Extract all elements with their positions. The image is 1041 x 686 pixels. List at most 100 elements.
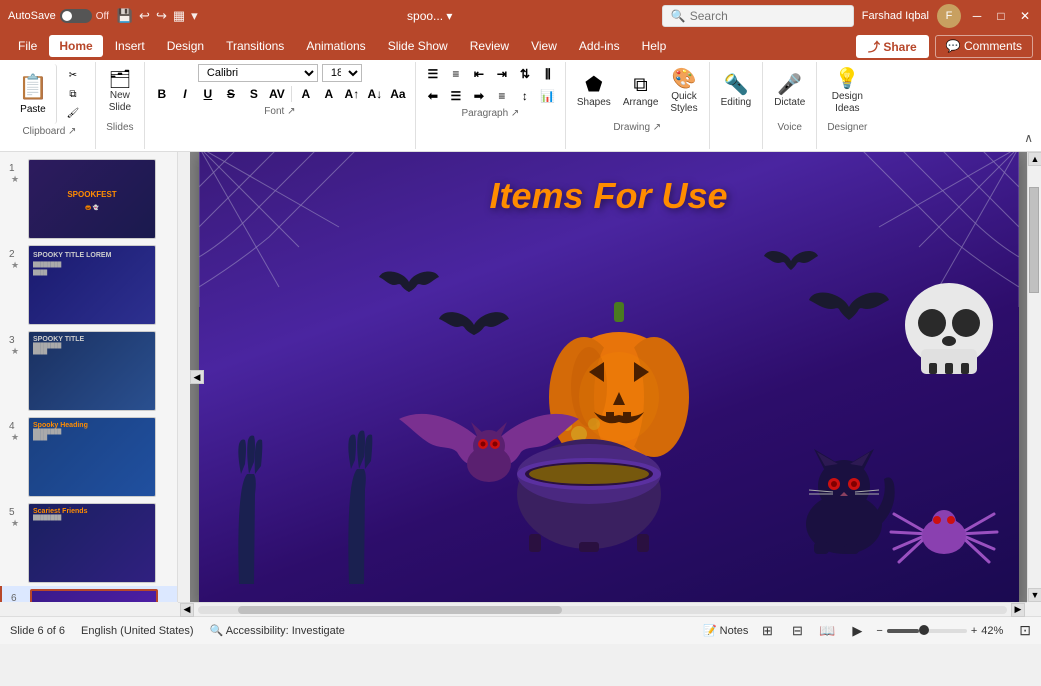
strikethrough-button[interactable]: S	[220, 84, 242, 104]
menu-transitions[interactable]: Transitions	[216, 35, 294, 57]
font-size-select[interactable]: 18	[322, 64, 362, 82]
h-scroll-thumb[interactable]	[238, 606, 562, 614]
shapes-label: Shapes	[577, 97, 611, 109]
text-direction-button[interactable]: ⇅	[514, 64, 536, 84]
char-spacing-button[interactable]: AV	[266, 84, 288, 104]
scroll-up-btn[interactable]: ▲	[1028, 152, 1041, 166]
zoom-thumb[interactable]	[919, 625, 929, 635]
shapes-button[interactable]: ⬟ Shapes	[572, 64, 616, 120]
menu-insert[interactable]: Insert	[105, 35, 155, 57]
slide-thumb-6[interactable]: 6 ★ Items For Use 🎃 🕷 💀	[0, 586, 177, 602]
ribbon-collapse-button[interactable]: ∧	[1020, 127, 1037, 149]
zoom-fill	[887, 629, 919, 633]
justify-button[interactable]: ≡	[491, 86, 513, 106]
menu-help[interactable]: Help	[632, 35, 677, 57]
slide-thumbnail-1: SPOOKFEST 🎃 👻	[28, 159, 156, 239]
canvas-left-scroll[interactable]: ◀	[190, 370, 204, 384]
restore-btn[interactable]: □	[993, 8, 1009, 24]
autosave-label: AutoSave	[8, 10, 56, 22]
zoom-in-btn[interactable]: +	[971, 625, 977, 637]
menu-addins[interactable]: Add-ins	[569, 35, 630, 57]
bat-2	[439, 307, 509, 350]
smart-art-button[interactable]: 📊	[537, 86, 559, 106]
new-slide-label: NewSlide	[109, 90, 131, 114]
dropdown-icon[interactable]: ▾	[191, 8, 198, 24]
notes-button[interactable]: 📝 Notes	[703, 624, 748, 637]
scroll-down-btn[interactable]: ▼	[1028, 588, 1041, 602]
font-family-select[interactable]: Calibri	[198, 64, 318, 82]
autosave-toggle[interactable]	[60, 9, 92, 23]
zoom-slider[interactable]	[887, 629, 967, 633]
scroll-left-btn[interactable]: ◀	[180, 603, 194, 617]
clear-formatting-button[interactable]: Aa	[387, 84, 409, 104]
numbering-button[interactable]: ≡	[445, 64, 467, 84]
new-slide-button[interactable]: 🗂 NewSlide	[102, 64, 138, 120]
slide-thumb-3[interactable]: 3 ★ SPOOKY TITLE ████████████	[0, 328, 177, 414]
comments-button[interactable]: 💬 Comments	[935, 35, 1033, 58]
search-bar[interactable]: 🔍	[662, 5, 854, 27]
decrease-font-button[interactable]: A↓	[364, 84, 386, 104]
menu-slideshow[interactable]: Slide Show	[378, 35, 458, 57]
text-highlight-button[interactable]: A	[318, 84, 340, 104]
present-icon[interactable]: ▦	[173, 8, 185, 24]
slide-canvas[interactable]: Items For Use	[199, 152, 1019, 602]
bold-button[interactable]: B	[151, 84, 173, 104]
save-icon[interactable]: 💾	[117, 8, 133, 24]
dictate-button[interactable]: 🎤 Dictate	[769, 64, 810, 120]
underline-button[interactable]: U	[197, 84, 219, 104]
bullets-button[interactable]: ☰	[422, 64, 444, 84]
decrease-indent-button[interactable]: ⇤	[468, 64, 490, 84]
align-center-button[interactable]: ☰	[445, 86, 467, 106]
increase-font-button[interactable]: A↑	[341, 84, 363, 104]
slide-thumb-5[interactable]: 5 ★ Scariest Friends ████████	[0, 500, 177, 586]
align-right-button[interactable]: ➡	[468, 86, 490, 106]
increase-indent-button[interactable]: ⇥	[491, 64, 513, 84]
cut-button[interactable]: ✂	[59, 66, 87, 84]
slide-thumb-4[interactable]: 4 ★ Spooky Heading ████████████	[0, 414, 177, 500]
menu-review[interactable]: Review	[460, 35, 519, 57]
minimize-btn[interactable]: ─	[969, 8, 985, 24]
scroll-right-btn[interactable]: ▶	[1011, 603, 1025, 617]
accessibility-btn[interactable]: 🔍 Accessibility: Investigate	[210, 624, 345, 637]
bat-3	[764, 247, 819, 282]
align-left-button[interactable]: ⬅	[422, 86, 444, 106]
slide-thumb-1[interactable]: 1 ★ SPOOKFEST 🎃 👻	[0, 156, 177, 242]
line-spacing-button[interactable]: ↕	[514, 86, 536, 106]
redo-icon[interactable]: ↪	[156, 8, 167, 24]
slide-show-btn[interactable]: ▶	[846, 620, 868, 642]
menu-home[interactable]: Home	[49, 35, 102, 57]
bat-1	[379, 267, 439, 305]
slide-num-1: 1	[9, 159, 21, 174]
design-ideas-button[interactable]: 💡 DesignIdeas	[827, 64, 868, 120]
menu-design[interactable]: Design	[157, 35, 214, 57]
font-color-button[interactable]: A	[295, 84, 317, 104]
undo-icon[interactable]: ↩	[139, 8, 150, 24]
zoom-out-btn[interactable]: −	[876, 625, 882, 637]
v-scroll-thumb[interactable]	[1029, 187, 1039, 293]
share-button[interactable]: ⤴ Share	[856, 35, 929, 58]
copy-button[interactable]: ⧉	[59, 85, 87, 103]
slide-sorter-btn[interactable]: ⊟	[786, 620, 808, 642]
slide-thumb-2[interactable]: 2 ★ SPOOKY TITLE LOREM ████████████	[0, 242, 177, 328]
menu-file[interactable]: File	[8, 35, 47, 57]
fit-page-btn[interactable]: ⊡	[1019, 622, 1031, 639]
normal-view-btn[interactable]: ⊞	[756, 620, 778, 642]
shadow-button[interactable]: S	[243, 84, 265, 104]
clipboard-label: Clipboard ↗	[18, 126, 80, 137]
editing-button[interactable]: 🔦 Editing	[716, 64, 757, 120]
paste-button[interactable]: 📋 Paste	[10, 64, 57, 124]
menu-animations[interactable]: Animations	[296, 35, 375, 57]
italic-button[interactable]: I	[174, 84, 196, 104]
quick-styles-button[interactable]: 🎨 QuickStyles	[665, 64, 702, 120]
search-input[interactable]	[690, 9, 845, 23]
canvas-area[interactable]: Items For Use	[190, 152, 1027, 602]
title-bar: AutoSave Off 💾 ↩ ↪ ▦ ▾ spoo... ▾ 🔍 Farsh…	[0, 0, 1041, 32]
menu-view[interactable]: View	[521, 35, 567, 57]
close-btn[interactable]: ✕	[1017, 8, 1033, 24]
format-painter-button[interactable]: 🖌	[59, 104, 87, 122]
reading-view-btn[interactable]: 📖	[816, 620, 838, 642]
scroll-left-btn[interactable]: ◀	[190, 370, 204, 384]
columns-button[interactable]: ⫼	[537, 64, 559, 84]
arrange-button[interactable]: ⧉ Arrange	[618, 64, 664, 120]
slides-row: 🗂 NewSlide	[102, 64, 138, 120]
